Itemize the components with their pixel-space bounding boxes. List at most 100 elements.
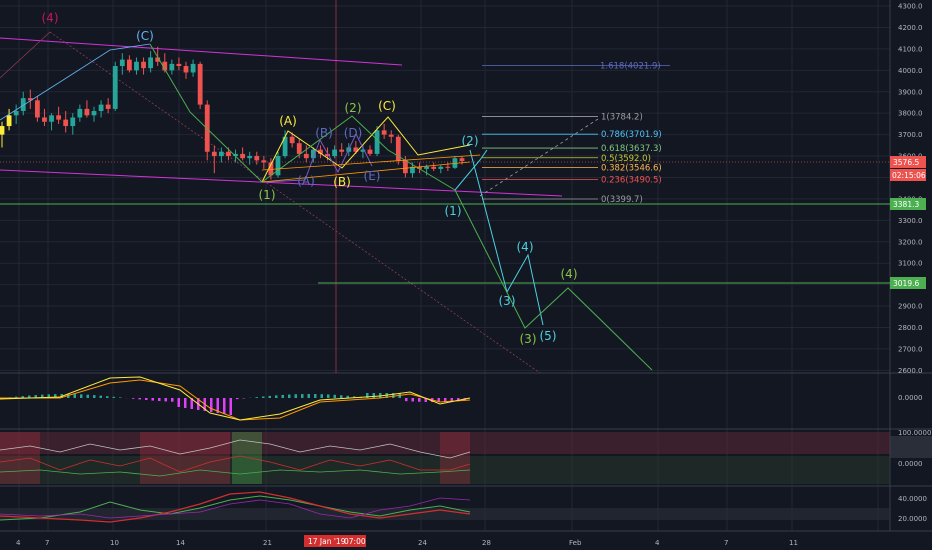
candle-body (261, 160, 267, 163)
price-tick-label: 2700.0 (898, 345, 923, 353)
candle-body (197, 63, 203, 105)
macd-histogram-bar (223, 398, 226, 414)
crosshair-date: 17 Jan '19 (308, 537, 346, 546)
macd-histogram-bar (327, 394, 330, 398)
time-tick-label: Feb (569, 539, 582, 547)
candle-body (254, 156, 260, 161)
candle-body (381, 130, 387, 135)
macd-histogram-bar (268, 395, 271, 398)
candle-body (459, 158, 465, 162)
wave-label: (A) (279, 114, 297, 128)
candle-body (56, 115, 62, 120)
wave-label: (4) (561, 267, 578, 281)
candle-body (402, 160, 408, 174)
fib-level-label: 0.236(3490.5) (601, 176, 662, 186)
wave-label: (4) (517, 240, 534, 254)
time-tick-label: 7 (724, 539, 728, 547)
candle-body (275, 156, 281, 176)
wave-label: (B) (333, 175, 351, 189)
candle-body (13, 111, 19, 116)
last-price-tag: 3576.5 (893, 158, 919, 167)
macd-histogram-bar (132, 398, 135, 399)
candle-body (190, 63, 196, 73)
candle-body (211, 151, 217, 157)
candle-body (438, 166, 444, 169)
price-tick-label: 4200.0 (898, 24, 923, 32)
wave-label: (C) (378, 99, 396, 113)
macd-histogram-bar (138, 398, 141, 400)
candle-body (424, 166, 430, 169)
candle-body (183, 66, 189, 73)
crosshair-date-tag: 17 Jan '19 07:00 (304, 535, 366, 547)
osc-axis-label-top: 100.0000 (898, 429, 931, 437)
macd-histogram-bar (73, 394, 76, 398)
price-tick-label: 4100.0 (898, 45, 923, 53)
macd-histogram-bar (164, 398, 167, 402)
candle-body (119, 59, 125, 67)
fib-level-label: 0.618(3637.3) (601, 144, 662, 154)
price-tick-label: 2600.0 (898, 367, 923, 375)
price-tick-label: 4000.0 (898, 67, 923, 75)
macd-histogram-bar (80, 394, 83, 398)
candle-body (42, 117, 47, 122)
macd-histogram-bar (418, 398, 421, 402)
macd-histogram-bar (275, 395, 278, 398)
wave-label: (3) (520, 332, 537, 346)
candle-body (226, 151, 231, 157)
support-tag: 3381.3 (893, 200, 919, 209)
fib-level-label: 1.618(4021.9) (600, 62, 661, 72)
wave-label: (5) (540, 329, 557, 343)
wave-label: (2) (462, 134, 479, 148)
macd-histogram-bar (411, 398, 414, 402)
macd-histogram-bar (288, 394, 291, 398)
fib-level-label: 0(3399.7) (601, 195, 643, 205)
candle-body (34, 100, 40, 118)
price-tick-label: 3300.0 (898, 217, 923, 225)
time-tick-label: 24 (418, 539, 427, 547)
target-tag: 3019.6 (893, 279, 919, 288)
macd-histogram-bar (229, 398, 232, 415)
candle-body (91, 111, 97, 116)
price-tick-label: 3800.0 (898, 110, 923, 118)
dmi-axis-label-bottom: 20.0000 (898, 515, 927, 523)
candle-body (240, 153, 246, 159)
candle-body (303, 153, 309, 159)
candle-body (98, 104, 104, 112)
time-tick-label: 4 (655, 539, 660, 547)
macd-histogram-bar (307, 394, 310, 398)
dmi-axis-label-top: 40.0000 (898, 495, 927, 503)
candle-body (105, 104, 111, 109)
candle-body (218, 151, 224, 157)
price-tick-label: 2800.0 (898, 324, 923, 332)
candle-body (0, 126, 5, 135)
candle-body (112, 66, 118, 109)
macd-histogram-bar (93, 395, 96, 398)
candle-body (77, 108, 83, 118)
price-tick-label: 3100.0 (898, 260, 923, 268)
candle-body (70, 117, 76, 127)
fib-level-label: 1(3784.2) (601, 113, 643, 123)
macd-histogram-bar (314, 394, 317, 398)
price-tick-label: 3200.0 (898, 238, 923, 246)
fib-level-label: 0.5(3592.0) (601, 154, 651, 164)
time-tick-label: 21 (263, 539, 272, 547)
candle-body (6, 115, 12, 127)
macd-histogram-bar (372, 393, 375, 398)
wave-label: (1) (445, 204, 462, 218)
candle-body (49, 115, 54, 122)
wave-label: (2) (345, 101, 362, 115)
macd-histogram-bar (301, 394, 304, 398)
candle-body (63, 119, 69, 127)
macd-histogram-bar (255, 397, 258, 398)
macd-histogram-bar (119, 397, 122, 398)
chart-canvas[interactable]: 1.618(4021.9) 1(3784.2) 0.786(3701.9) 0.618… (0, 0, 932, 550)
candle-body (148, 57, 154, 69)
macd-histogram-bar (333, 394, 336, 398)
osc-axis-label-zero: 0.0000 (898, 460, 923, 468)
macd-histogram-bar (171, 398, 174, 402)
macd-histogram-bar (405, 398, 408, 402)
wave-label: (C) (136, 29, 154, 43)
time-tick-label: 11 (789, 539, 798, 547)
wave-label: (B) (315, 126, 333, 140)
candle-body (169, 63, 175, 71)
